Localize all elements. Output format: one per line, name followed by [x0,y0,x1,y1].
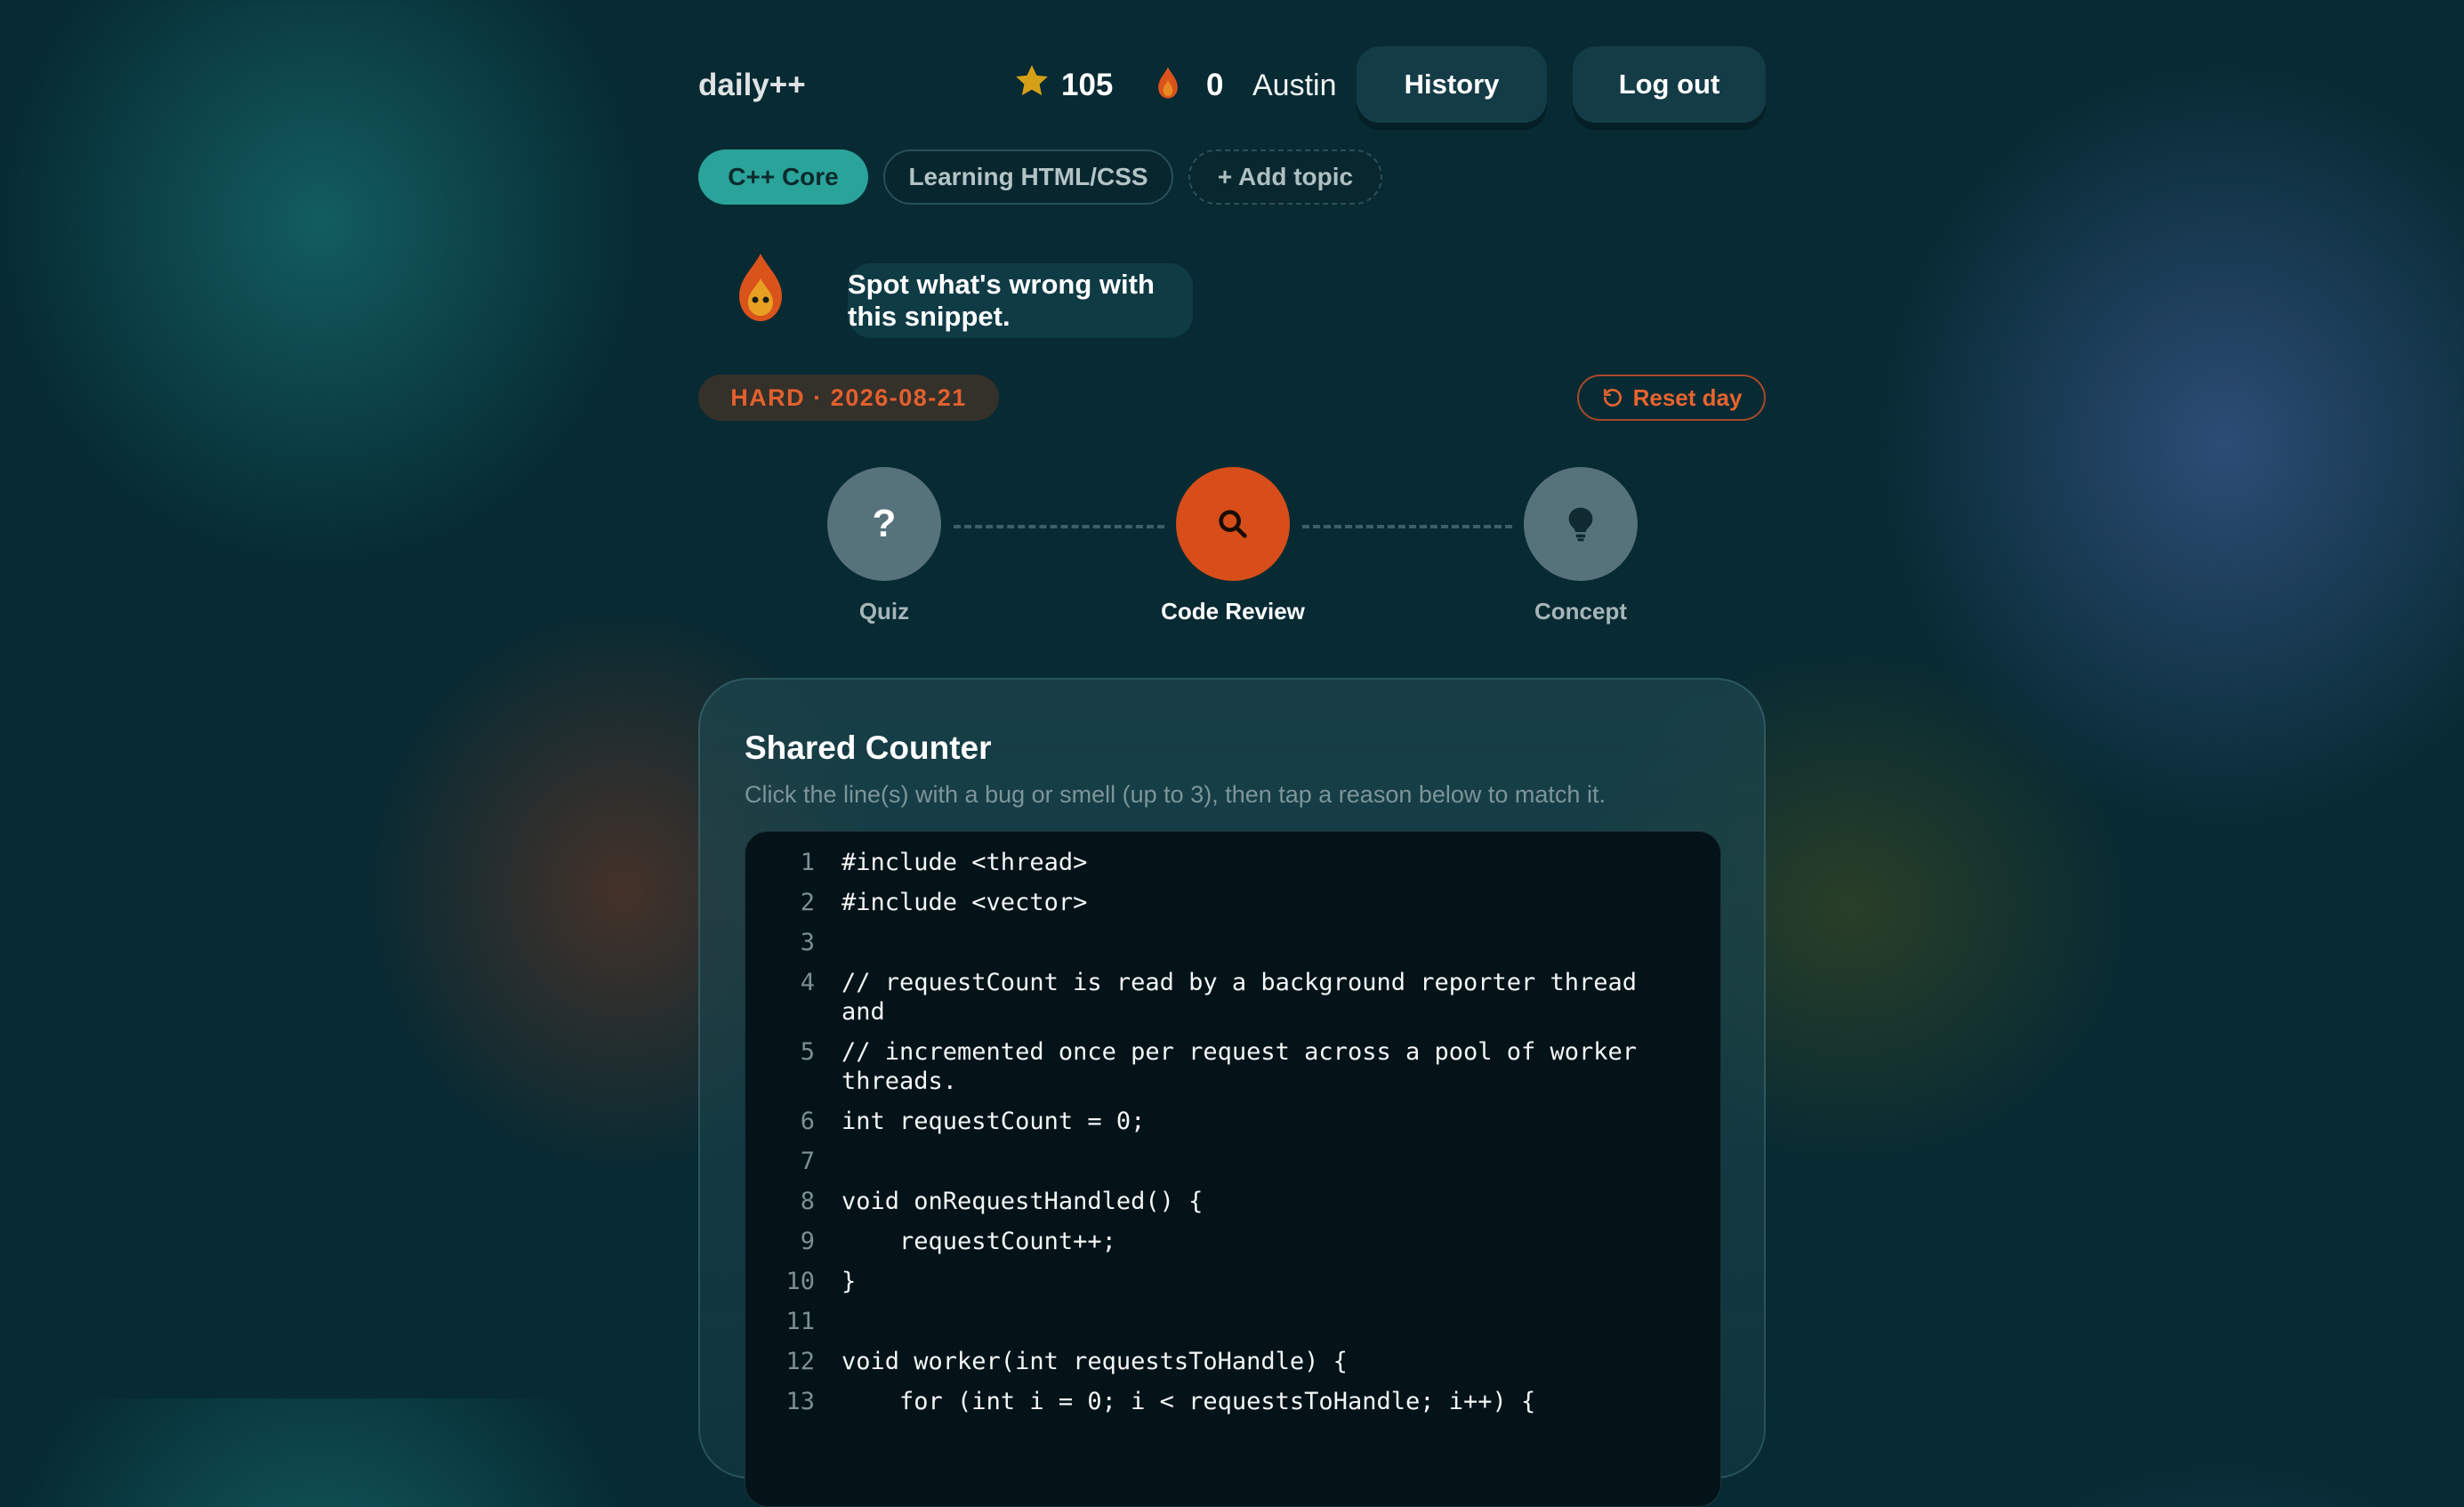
code-line[interactable]: 10 } [745,1261,1720,1302]
line-code: // requestCount is read by a background … [841,969,1652,1026]
code-line[interactable]: 5 // incremented once per request across… [745,1032,1720,1101]
reset-icon [1603,389,1622,407]
history-button[interactable]: History [1357,46,1547,123]
app-logo: daily++ [698,68,806,102]
lightbulb-icon [1568,507,1593,542]
logout-button[interactable]: Log out [1573,46,1766,123]
line-number: 11 [785,1308,815,1335]
search-icon [1219,510,1247,538]
line-code: // incremented once per request across a… [841,1038,1652,1095]
code-line[interactable]: 12 void worker(int requestsToHandle) { [745,1342,1720,1382]
step-connector [1302,525,1512,528]
line-code: requestCount++; [841,1228,1116,1255]
username: Austin [1252,68,1337,102]
code-line[interactable]: 3 [745,923,1720,963]
line-code: } [841,1268,857,1295]
question-mark-icon: ? [872,502,897,545]
points-count: 105 [1061,68,1114,102]
code-line[interactable]: 7 [745,1141,1720,1181]
code-line[interactable]: 8 void onRequestHandled() { [745,1181,1720,1221]
flame-icon [1158,67,1178,99]
line-number: 13 [785,1388,815,1415]
code-line[interactable]: 13 for (int i = 0; i < requestsToHandle;… [745,1382,1720,1422]
topic-tab-cpp-core[interactable]: C++ Core [698,149,868,205]
top-bar: daily++ 105 0 Austin History Log out [698,0,1766,125]
star-icon [1016,65,1048,96]
line-number: 1 [800,849,815,876]
step-label-code-review: Code Review [1161,598,1305,625]
line-code: #include <vector> [841,889,1088,916]
add-topic-button[interactable]: + Add topic [1188,149,1382,205]
step-connector [954,525,1164,528]
line-number: 4 [800,969,815,996]
difficulty-badge: HARD · 2026-08-21 [698,375,999,421]
line-number: 9 [800,1228,815,1255]
step-quiz[interactable]: ? [827,467,941,581]
reset-day-button[interactable]: Reset day [1577,375,1766,421]
line-code: void onRequestHandled() { [841,1188,1204,1215]
reset-day-label: Reset day [1632,383,1743,411]
card-instructions: Click the line(s) with a bug or smell (u… [745,781,1606,808]
code-line[interactable]: 6 int requestCount = 0; [745,1101,1720,1141]
step-label-quiz: Quiz [858,598,910,625]
step-code-review[interactable] [1176,467,1290,581]
line-number: 6 [800,1108,815,1135]
mascot-speech-bubble: Spot what's wrong with this snippet. [848,263,1193,338]
code-line[interactable]: 11 [745,1302,1720,1342]
topic-tab-html-css[interactable]: Learning HTML/CSS [883,149,1173,205]
flame-mascot-icon [739,254,782,321]
code-line[interactable]: 2 #include <vector> [745,882,1720,923]
code-line[interactable]: 4 // requestCount is read by a backgroun… [745,963,1720,1032]
step-concept[interactable] [1524,467,1638,581]
code-block: 1 #include <thread> 2 #include <vector> … [745,831,1721,1507]
card-title: Shared Counter [745,729,992,766]
line-number: 7 [800,1148,815,1175]
line-code: #include <thread> [841,849,1088,876]
line-number: 2 [800,889,815,916]
line-number: 12 [785,1348,815,1375]
code-line[interactable]: 9 requestCount++; [745,1221,1720,1261]
line-code: for (int i = 0; i < requestsToHandle; i+… [841,1388,1536,1415]
code-review-card: Shared Counter Click the line(s) with a … [698,678,1766,1507]
line-number: 3 [800,929,815,956]
code-line[interactable]: 1 #include <thread> [745,842,1720,882]
streak-count: 0 [1206,68,1224,102]
line-code: void worker(int requestsToHandle) { [841,1348,1348,1375]
line-number: 5 [800,1038,815,1066]
line-code: int requestCount = 0; [841,1108,1146,1135]
step-label-concept: Concept [1534,598,1627,625]
line-number: 8 [800,1188,815,1215]
line-number: 10 [785,1268,815,1295]
app-container: daily++ 105 0 Austin History Log out C++… [698,0,1766,1507]
